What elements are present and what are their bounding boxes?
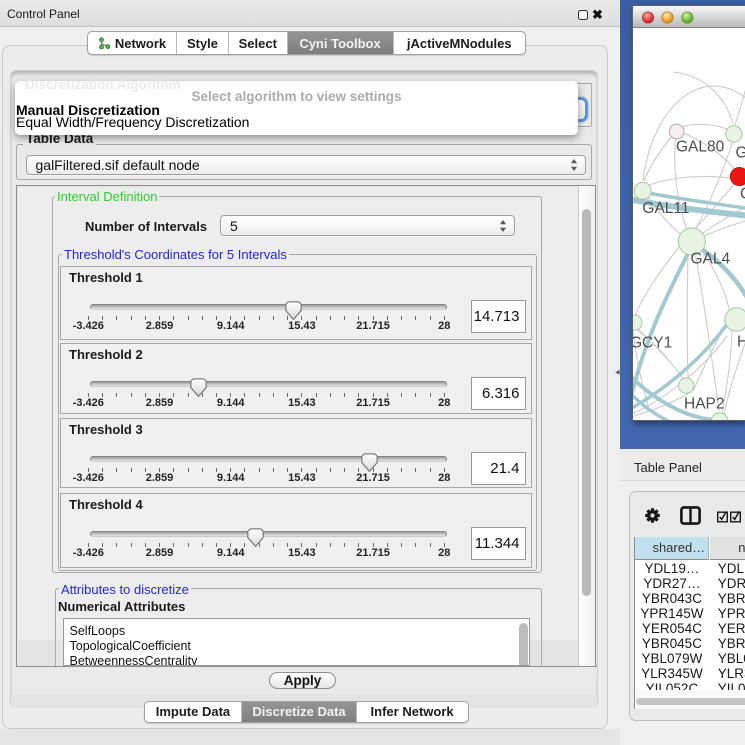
svg-text:GAL4: GAL4 [690, 250, 730, 267]
svg-text:HIS: HIS [737, 333, 745, 350]
svg-text:GAL80: GAL80 [676, 138, 725, 155]
svg-text:CYC: CYC [740, 185, 745, 202]
svg-text:GCY1: GCY1 [633, 334, 672, 351]
svg-text:GAL11: GAL11 [642, 200, 689, 217]
svg-text:HAP2: HAP2 [684, 395, 725, 412]
svg-text:GAL7: GAL7 [735, 144, 745, 161]
